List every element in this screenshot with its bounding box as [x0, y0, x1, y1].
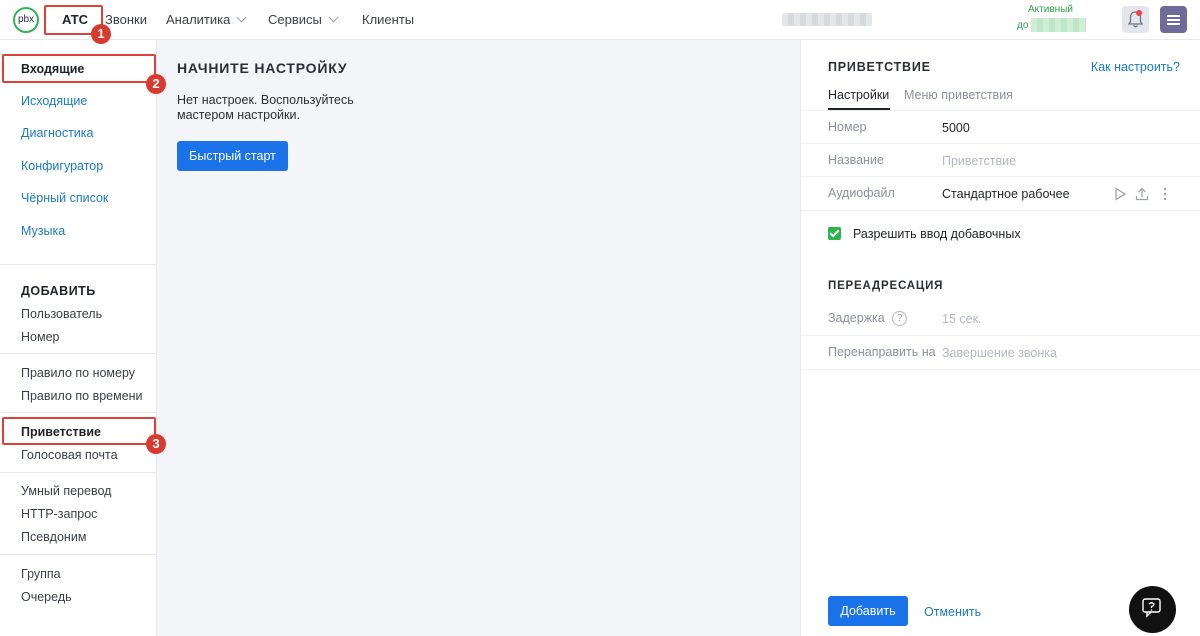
sidebar-divider [0, 554, 157, 555]
pbx-logo[interactable]: pbx [13, 7, 39, 33]
redirect-heading: ПЕРЕАДРЕСАЦИЯ [828, 280, 944, 292]
delay-label: Задержка [828, 311, 885, 325]
sidebar: Входящие Исходящие Диагностика Конфигура… [0, 40, 157, 636]
cancel-button[interactable]: Отменить [924, 605, 981, 619]
name-label: Название [828, 153, 884, 167]
delay-field[interactable]: 15 сек. [942, 312, 982, 326]
sidebar-item-diagnostics[interactable]: Диагностика [21, 126, 93, 140]
page-title: НАЧНИТЕ НАСТРОЙКУ [177, 60, 348, 76]
redirect-to-field[interactable]: Завершение звонка [942, 346, 1057, 360]
annotation-box-3 [2, 417, 156, 445]
status-until-label: до [1017, 20, 1029, 31]
add-number-item[interactable]: Номер [21, 330, 59, 344]
upload-icon[interactable] [1134, 186, 1150, 202]
blurred-account-name [782, 13, 872, 26]
redirect-to-label: Перенаправить на [828, 345, 936, 359]
chat-help-icon [1142, 598, 1161, 618]
nav-calls[interactable]: Звонки [105, 12, 147, 27]
nav-clients[interactable]: Клиенты [362, 12, 414, 27]
audio-label: Аудиофайл [828, 186, 895, 200]
notification-dot [1136, 10, 1142, 16]
sidebar-item-outgoing[interactable]: Исходящие [21, 94, 87, 108]
status-label: Активный [1028, 4, 1073, 15]
help-icon[interactable]: ? [892, 311, 907, 326]
number-label: Номер [828, 120, 867, 134]
nav-services-label: Сервисы [268, 12, 322, 27]
nav-services[interactable]: Сервисы [268, 12, 339, 27]
hamburger-menu-icon [1167, 23, 1180, 25]
add-time-rule-item[interactable]: Правило по времени [21, 389, 143, 403]
how-to-configure-link[interactable]: Как настроить? [1091, 60, 1180, 74]
bell-icon [1127, 11, 1144, 28]
row-divider [801, 335, 1200, 336]
support-chat-button[interactable] [1129, 586, 1176, 633]
tab-greeting-menu[interactable]: Меню приветствия [904, 88, 1013, 102]
row-divider [801, 143, 1200, 144]
blurred-status-date [1031, 18, 1086, 32]
add-voicemail-item[interactable]: Голосовая почта [21, 448, 118, 462]
chevron-down-icon [328, 12, 339, 23]
number-field[interactable]: 5000 [942, 121, 970, 135]
more-vertical-icon[interactable] [1157, 186, 1173, 202]
empty-state-text: Нет настроек. Воспользуйтесь мастером на… [177, 93, 354, 122]
tab-settings[interactable]: Настройки [828, 88, 889, 102]
tab-divider [801, 110, 1200, 111]
sidebar-divider [0, 412, 157, 413]
annotation-number-1: 1 [91, 24, 111, 44]
quick-start-button[interactable]: Быстрый старт [177, 141, 288, 171]
panel-title: ПРИВЕТСТВИЕ [828, 60, 931, 74]
sidebar-divider [0, 264, 157, 265]
add-user-item[interactable]: Пользователь [21, 307, 102, 321]
add-button[interactable]: Добавить [828, 596, 908, 626]
greeting-panel: ПРИВЕТСТВИЕ Как настроить? Настройки Мен… [800, 40, 1200, 636]
row-divider [801, 176, 1200, 177]
add-number-rule-item[interactable]: Правило по номеру [21, 366, 135, 380]
top-bar: pbx АТС Звонки Аналитика Сервисы Клиенты… [0, 0, 1200, 40]
sidebar-divider [0, 353, 157, 354]
sidebar-add-heading: ДОБАВИТЬ [21, 284, 96, 298]
annotation-box-2 [2, 54, 156, 83]
allow-extensions-label: Разрешить ввод добавочных [853, 227, 1021, 241]
add-queue-item[interactable]: Очередь [21, 590, 72, 604]
main-menu-button[interactable] [1160, 6, 1187, 33]
add-group-item[interactable]: Группа [21, 567, 61, 581]
hamburger-menu-icon [1167, 19, 1180, 21]
annotation-number-3: 3 [146, 434, 166, 454]
sidebar-item-music[interactable]: Музыка [21, 224, 65, 238]
add-alias-item[interactable]: Псевдоним [21, 530, 86, 544]
sidebar-divider [0, 472, 157, 473]
add-smart-transfer-item[interactable]: Умный перевод [21, 484, 111, 498]
add-http-request-item[interactable]: HTTP-запрос [21, 507, 97, 521]
audio-file-select[interactable]: Стандартное рабочее [942, 187, 1070, 201]
sidebar-item-blacklist[interactable]: Чёрный список [21, 191, 108, 205]
notifications-button[interactable] [1122, 6, 1149, 33]
nav-analytics[interactable]: Аналитика [166, 12, 247, 27]
nav-analytics-label: Аналитика [166, 12, 231, 27]
row-divider [801, 369, 1200, 370]
row-divider [801, 210, 1200, 211]
sidebar-item-configurator[interactable]: Конфигуратор [21, 159, 103, 173]
hamburger-menu-icon [1167, 15, 1180, 17]
annotation-number-2: 2 [146, 74, 166, 94]
name-field[interactable]: Приветствие [942, 154, 1016, 168]
play-icon[interactable] [1112, 186, 1128, 202]
allow-extensions-checkbox[interactable] [828, 227, 841, 240]
chevron-down-icon [236, 12, 247, 23]
